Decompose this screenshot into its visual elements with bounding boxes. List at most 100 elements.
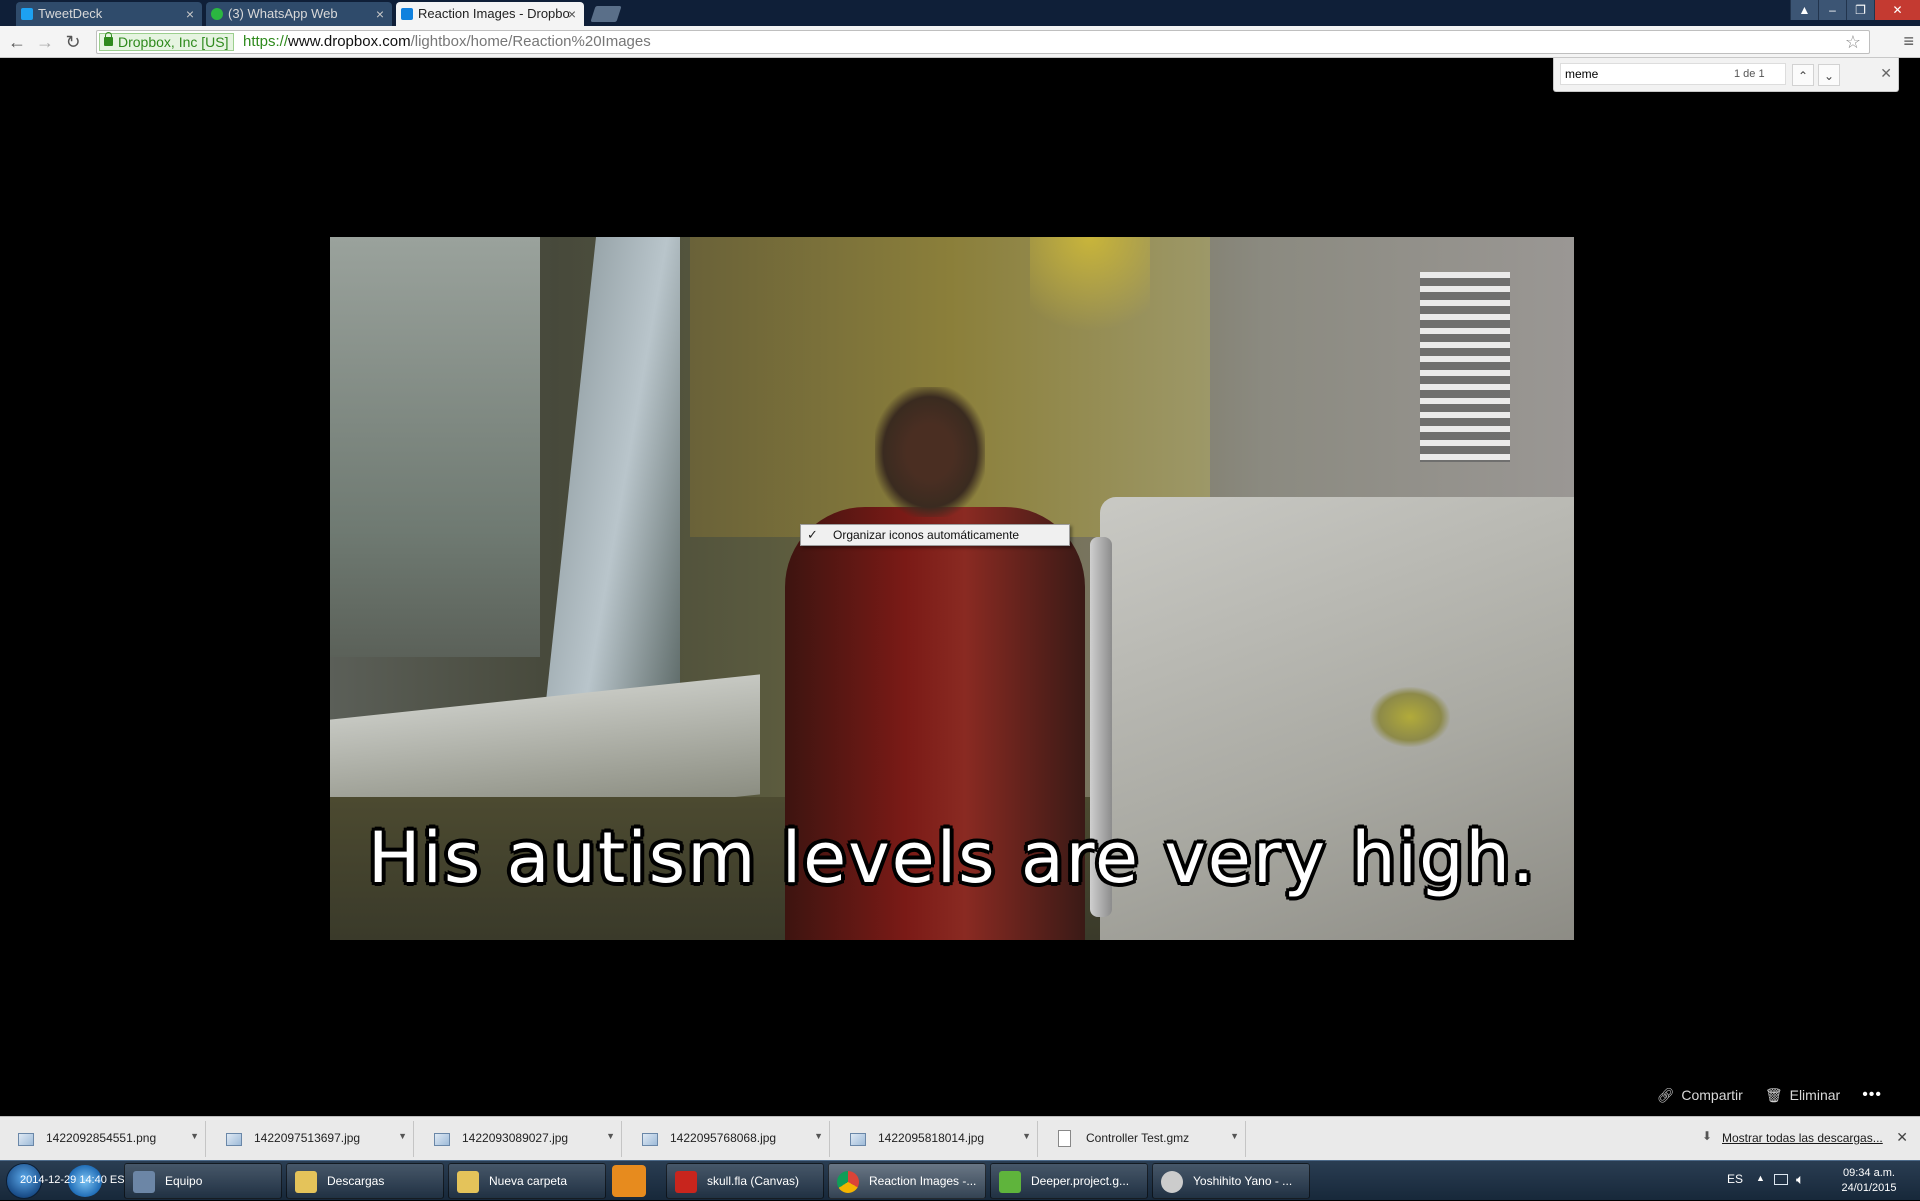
download-item[interactable]: 1422092854551.png ▼ <box>6 1121 206 1157</box>
chevron-down-icon[interactable]: ▼ <box>190 1131 199 1141</box>
taskbar-label: Nueva carpeta <box>489 1174 568 1188</box>
taskbar-item-flash[interactable]: skull.fla (Canvas) <box>666 1163 824 1199</box>
user-icon[interactable]: ▲ <box>1790 0 1818 20</box>
download-item[interactable]: 1422097513697.jpg ▼ <box>214 1121 414 1157</box>
taskbar-item-chrome[interactable]: Reaction Images -... <box>828 1163 986 1199</box>
tab-label: (3) WhatsApp Web <box>228 6 338 21</box>
chevron-down-icon[interactable]: ▼ <box>398 1131 407 1141</box>
reaction-image[interactable]: His autism levels are very high. <box>330 237 1574 940</box>
image-person-head <box>875 387 985 517</box>
close-shelf-icon[interactable]: ✕ <box>1896 1129 1908 1146</box>
taskbar-label: Reaction Images -... <box>869 1174 977 1188</box>
taskbar-item-nueva-carpeta[interactable]: Nueva carpeta <box>448 1163 606 1199</box>
download-item[interactable]: Controller Test.gmz ▼ <box>1046 1121 1246 1157</box>
network-icon[interactable] <box>1774 1174 1788 1185</box>
find-previous-icon[interactable]: ⌃ <box>1792 64 1814 86</box>
url-host: www.dropbox.com <box>288 33 411 50</box>
download-item[interactable]: 1422095768068.jpg ▼ <box>630 1121 830 1157</box>
close-icon[interactable]: × <box>568 2 576 26</box>
taskbar-item-equipo[interactable]: Equipo <box>124 1163 282 1199</box>
more-options-icon[interactable]: ••• <box>1862 1086 1882 1104</box>
tab-label: Reaction Images - Dropbo <box>418 6 570 21</box>
context-menu-item-auto-arrange[interactable]: Organizar iconos automáticamente <box>833 528 1019 542</box>
taskbar-label: skull.fla (Canvas) <box>707 1174 800 1188</box>
volume-icon[interactable]: 🔈︎ <box>1796 1171 1804 1188</box>
bookmark-star-icon[interactable]: ☆ <box>1845 32 1861 53</box>
context-menu[interactable]: ✓ Organizar iconos automáticamente <box>800 524 1070 546</box>
image-magnet <box>1370 687 1450 747</box>
download-filename: 1422093089027.jpg <box>462 1131 569 1145</box>
delete-label: Eliminar <box>1789 1087 1841 1103</box>
clock-date: 24/01/2015 <box>1841 1182 1897 1194</box>
back-icon[interactable]: ← <box>6 31 28 53</box>
tray-expand-icon[interactable]: ▲ <box>1756 1173 1765 1183</box>
trash-icon: 🗑︎ <box>1764 1086 1783 1103</box>
image-window-area <box>330 237 540 657</box>
lightbox-actions: 🔗︎ Compartir 🗑︎ Eliminar ••• <box>1657 1084 1882 1106</box>
image-file-icon <box>226 1133 242 1146</box>
media-player-icon[interactable] <box>612 1165 646 1197</box>
taskbar-label: Equipo <box>165 1174 203 1188</box>
chevron-down-icon[interactable]: ▼ <box>814 1131 823 1141</box>
checkmark-icon: ✓ <box>807 527 818 542</box>
find-next-icon[interactable]: ⌄ <box>1818 64 1840 86</box>
address-bar[interactable]: Dropbox, Inc [US] https://www.dropbox.co… <box>96 30 1870 54</box>
tab-tweetdeck[interactable]: TweetDeck × <box>16 2 202 26</box>
clock[interactable]: 09:34 a.m. 24/01/2015 <box>1824 1166 1914 1196</box>
app-icon <box>1161 1171 1183 1193</box>
close-window-icon[interactable]: ✕ <box>1874 0 1920 20</box>
download-filename: 1422095818014.jpg <box>878 1131 985 1145</box>
document-file-icon <box>1058 1130 1071 1147</box>
game-maker-icon <box>999 1171 1021 1193</box>
twitter-icon <box>21 8 33 20</box>
forward-icon[interactable]: → <box>34 31 56 53</box>
download-filename: Controller Test.gmz <box>1086 1131 1190 1145</box>
new-tab-button[interactable] <box>590 6 622 22</box>
dropbox-icon <box>401 8 413 20</box>
chrome-icon <box>837 1171 859 1193</box>
menu-icon[interactable]: ≡ <box>1903 31 1914 52</box>
download-item[interactable]: 1422093089027.jpg ▼ <box>422 1121 622 1157</box>
url-path: /lightbox/home/Reaction%20Images <box>410 33 651 50</box>
chevron-down-icon[interactable]: ▼ <box>1022 1131 1031 1141</box>
clock-time: 09:34 a.m. <box>1843 1167 1895 1179</box>
tab-whatsapp[interactable]: (3) WhatsApp Web × <box>206 2 392 26</box>
image-file-icon <box>642 1133 658 1146</box>
delete-button[interactable]: 🗑︎ Eliminar <box>1765 1087 1840 1104</box>
url-text[interactable]: https://www.dropbox.com/lightbox/home/Re… <box>243 33 651 51</box>
lock-icon <box>104 32 113 46</box>
image-curtain <box>540 237 680 757</box>
download-item[interactable]: 1422095818014.jpg ▼ <box>838 1121 1038 1157</box>
image-file-icon <box>434 1133 450 1146</box>
share-label: Compartir <box>1681 1087 1743 1103</box>
image-lamp <box>1030 237 1150 357</box>
maximize-icon[interactable]: ❐ <box>1846 0 1874 20</box>
reload-icon[interactable]: ↻ <box>62 31 84 53</box>
image-caption: His autism levels are very high. <box>367 817 1537 899</box>
tab-dropbox[interactable]: Reaction Images - Dropbo × <box>396 2 584 26</box>
taskbar-item-deeper[interactable]: Deeper.project.g... <box>990 1163 1148 1199</box>
minimize-icon[interactable]: – <box>1818 0 1846 20</box>
find-close-icon[interactable]: ✕ <box>1880 65 1892 82</box>
folder-icon <box>295 1171 317 1193</box>
chevron-down-icon[interactable]: ▼ <box>1230 1131 1239 1141</box>
show-all-downloads-link[interactable]: Mostrar todas las descargas... <box>1722 1131 1883 1145</box>
share-button[interactable]: 🔗︎ Compartir <box>1657 1087 1743 1104</box>
language-indicator[interactable]: ES <box>1727 1172 1743 1186</box>
computer-icon <box>133 1171 155 1193</box>
taskbar-item-yoshihito[interactable]: Yoshihito Yano - ... <box>1152 1163 1310 1199</box>
folder-icon <box>457 1171 479 1193</box>
chevron-down-icon[interactable]: ▼ <box>606 1131 615 1141</box>
browser-toolbar: ← → ↻ Dropbox, Inc [US] https://www.drop… <box>0 26 1920 58</box>
system-tray: ES ▲ 🔈︎ 09:34 a.m. 24/01/2015 <box>1720 1161 1920 1201</box>
close-icon[interactable]: × <box>376 2 384 26</box>
download-filename: 1422092854551.png <box>46 1131 157 1145</box>
windows-taskbar: 2014-12-29 14:40 ES Equipo Descargas Nue… <box>0 1160 1920 1200</box>
taskbar-label: Deeper.project.g... <box>1031 1174 1130 1188</box>
security-badge[interactable]: Dropbox, Inc [US] <box>99 32 234 51</box>
download-filename: 1422095768068.jpg <box>670 1131 777 1145</box>
close-icon[interactable]: × <box>186 2 194 26</box>
overlay-text: 2014-12-29 14:40 ES <box>20 1174 125 1186</box>
tab-strip: TweetDeck × (3) WhatsApp Web × Reaction … <box>0 0 1920 26</box>
taskbar-item-descargas[interactable]: Descargas <box>286 1163 444 1199</box>
